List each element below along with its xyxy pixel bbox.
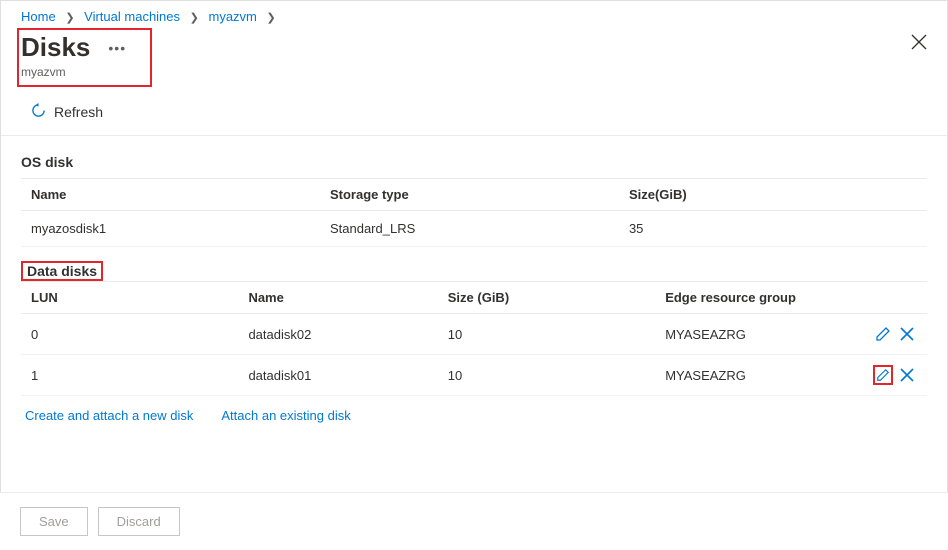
breadcrumb-home[interactable]: Home xyxy=(21,9,56,24)
cell-size: 10 xyxy=(438,314,655,355)
cell-size: 10 xyxy=(438,355,655,396)
page-subtitle: myazvm xyxy=(21,65,126,79)
edit-icon[interactable] xyxy=(873,324,893,344)
col-name: Name xyxy=(21,179,320,211)
breadcrumb: Home ❯ Virtual machines ❯ myazvm ❯ xyxy=(1,1,947,28)
cell-lun: 0 xyxy=(21,314,238,355)
refresh-icon xyxy=(31,103,46,121)
refresh-button[interactable]: Refresh xyxy=(25,99,109,125)
cell-storage: Standard_LRS xyxy=(320,211,619,247)
col-name: Name xyxy=(238,282,437,314)
edit-icon[interactable] xyxy=(873,365,893,385)
detach-icon[interactable] xyxy=(897,324,917,344)
cell-size: 35 xyxy=(619,211,927,247)
close-icon[interactable] xyxy=(911,28,927,61)
chevron-right-icon: ❯ xyxy=(65,12,74,24)
page-title: Disks xyxy=(21,32,90,63)
attach-disk-link[interactable]: Attach an existing disk xyxy=(221,408,350,423)
save-button[interactable]: Save xyxy=(20,507,88,536)
col-lun: LUN xyxy=(21,282,238,314)
table-row[interactable]: 1 datadisk01 10 MYASEAZRG xyxy=(21,355,927,396)
col-storage: Storage type xyxy=(320,179,619,211)
chevron-right-icon: ❯ xyxy=(267,12,276,24)
breadcrumb-vms[interactable]: Virtual machines xyxy=(84,9,180,24)
cell-name: datadisk01 xyxy=(238,355,437,396)
table-row[interactable]: 0 datadisk02 10 MYASEAZRG xyxy=(21,314,927,355)
data-disks-table: LUN Name Size (GiB) Edge resource group … xyxy=(21,281,927,396)
chevron-right-icon: ❯ xyxy=(190,12,199,24)
os-disk-table: Name Storage type Size(GiB) myazosdisk1 … xyxy=(21,178,927,247)
page-title-block: Disks ••• myazvm xyxy=(17,28,152,87)
create-disk-link[interactable]: Create and attach a new disk xyxy=(25,408,193,423)
table-row[interactable]: myazosdisk1 Standard_LRS 35 xyxy=(21,211,927,247)
os-disk-heading: OS disk xyxy=(21,150,927,178)
cell-erg: MYASEAZRG xyxy=(655,355,854,396)
col-erg: Edge resource group xyxy=(655,282,854,314)
cell-lun: 1 xyxy=(21,355,238,396)
detach-icon[interactable] xyxy=(897,365,917,385)
cell-name: myazosdisk1 xyxy=(21,211,320,247)
refresh-label: Refresh xyxy=(54,104,103,120)
col-size: Size(GiB) xyxy=(619,179,927,211)
breadcrumb-myazvm[interactable]: myazvm xyxy=(209,9,257,24)
data-disks-heading: Data disks xyxy=(21,261,103,281)
col-size: Size (GiB) xyxy=(438,282,655,314)
more-icon[interactable]: ••• xyxy=(108,40,126,56)
cell-erg: MYASEAZRG xyxy=(655,314,854,355)
discard-button[interactable]: Discard xyxy=(98,507,180,536)
cell-name: datadisk02 xyxy=(238,314,437,355)
